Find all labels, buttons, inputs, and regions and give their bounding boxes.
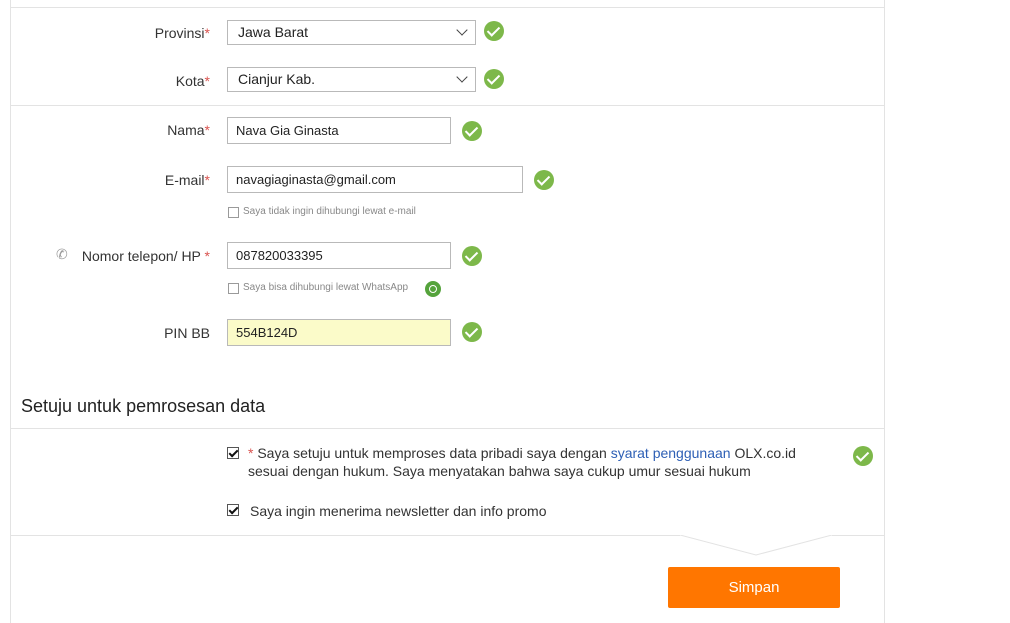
chevron-down-icon bbox=[456, 71, 468, 83]
kota-select[interactable]: Cianjur Kab. bbox=[227, 67, 476, 92]
terms-checkbox[interactable] bbox=[227, 447, 239, 459]
phone-label: Nomor telepon/ HP * bbox=[81, 248, 210, 264]
provinsi-select[interactable]: Jawa Barat bbox=[227, 20, 476, 45]
phone-icon: ✆ bbox=[56, 246, 68, 262]
divider bbox=[10, 105, 885, 106]
form-panel bbox=[10, 0, 885, 623]
divider bbox=[10, 7, 885, 8]
provinsi-label: Provinsi* bbox=[154, 25, 210, 41]
chevron-down-icon bbox=[456, 24, 468, 36]
check-circle-icon bbox=[462, 246, 482, 266]
check-circle-icon bbox=[484, 69, 504, 89]
email-optout-label: Saya tidak ingin dihubungi lewat e-mail bbox=[243, 206, 416, 217]
email-input[interactable]: navagiaginasta@gmail.com bbox=[227, 166, 523, 193]
divider bbox=[10, 535, 680, 536]
terms-link[interactable]: syarat penggunaan bbox=[611, 445, 731, 461]
check-circle-icon bbox=[484, 21, 504, 41]
nama-input[interactable]: Nava Gia Ginasta bbox=[227, 117, 451, 144]
terms-consent-text: * Saya setuju untuk memproses data priba… bbox=[248, 445, 796, 479]
consent-section-title: Setuju untuk pemrosesan data bbox=[21, 396, 266, 416]
newsletter-label: Saya ingin menerima newsletter dan info … bbox=[250, 503, 547, 519]
newsletter-checkbox[interactable] bbox=[227, 504, 239, 516]
whatsapp-checkbox[interactable] bbox=[228, 283, 239, 294]
kota-value: Cianjur Kab. bbox=[238, 71, 316, 87]
whatsapp-icon bbox=[425, 281, 441, 297]
pinbb-input[interactable]: 554B124D bbox=[227, 319, 451, 346]
check-circle-icon bbox=[462, 121, 482, 141]
provinsi-value: Jawa Barat bbox=[238, 24, 309, 40]
check-circle-icon bbox=[853, 446, 873, 466]
email-optout-checkbox[interactable] bbox=[228, 207, 239, 218]
check-circle-icon bbox=[462, 322, 482, 342]
save-button[interactable]: Simpan bbox=[668, 567, 840, 608]
email-label: E-mail* bbox=[164, 172, 210, 188]
kota-label: Kota* bbox=[175, 73, 210, 89]
whatsapp-label: Saya bisa dihubungi lewat WhatsApp bbox=[243, 282, 409, 293]
pinbb-label: PIN BB bbox=[164, 325, 210, 341]
divider bbox=[10, 428, 885, 429]
section-pointer bbox=[680, 535, 832, 556]
nama-label: Nama* bbox=[167, 122, 210, 138]
divider bbox=[832, 535, 885, 536]
check-circle-icon bbox=[534, 170, 554, 190]
phone-input[interactable]: 087820033395 bbox=[227, 242, 451, 269]
